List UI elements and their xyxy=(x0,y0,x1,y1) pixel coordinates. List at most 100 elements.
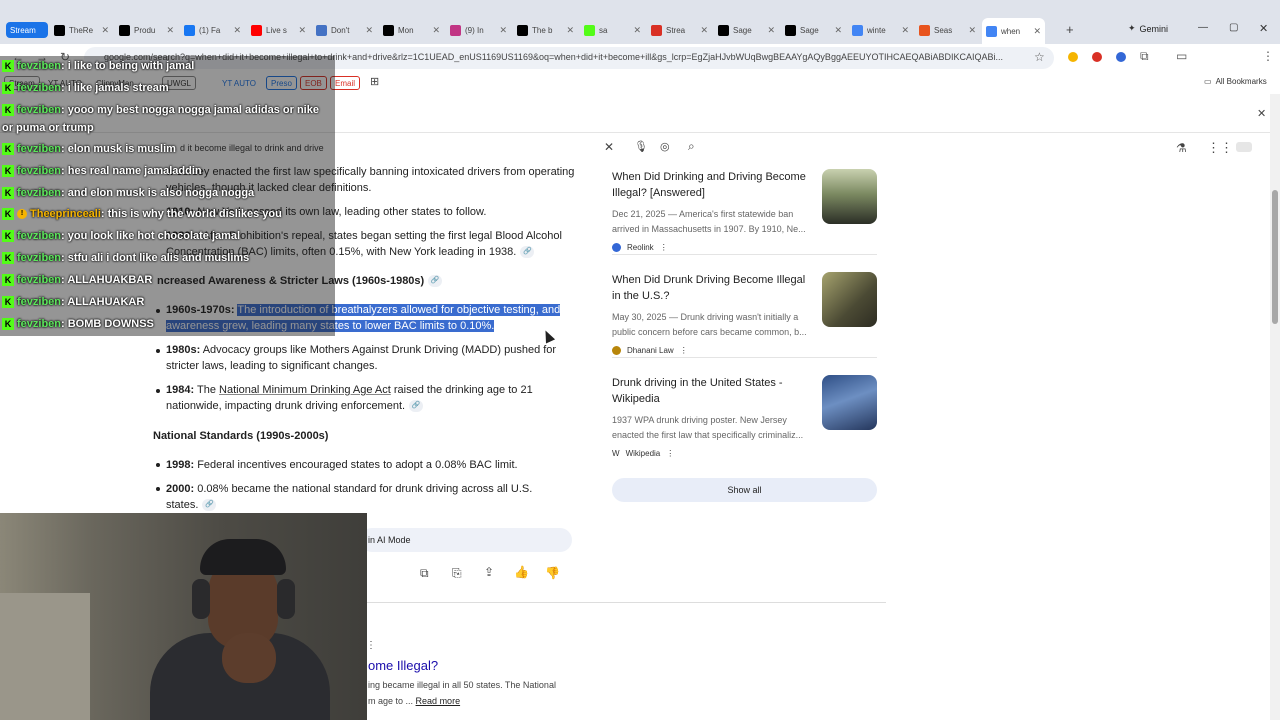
more-icon[interactable]: ⋮ xyxy=(666,449,674,458)
browser-tab[interactable]: Sage ✕ xyxy=(714,20,779,40)
tab-close-icon[interactable]: ✕ xyxy=(700,25,708,36)
browser-tab[interactable]: (1) Fa ✕ xyxy=(180,20,245,40)
browser-tab[interactable]: Stream xyxy=(6,22,48,38)
tab-close-icon[interactable]: ✕ xyxy=(166,25,174,36)
kick-badge-icon: K xyxy=(2,60,14,73)
chat-username: fevziben xyxy=(17,165,62,177)
tab-close-icon[interactable]: ✕ xyxy=(566,25,574,36)
source-thumbnail xyxy=(822,375,877,430)
list-item: 1998: Federal incentives encouraged stat… xyxy=(166,457,566,473)
chat-text: : you look like hot chocolate jamal xyxy=(61,230,241,242)
chat-username: fevziben xyxy=(17,187,62,199)
source-title[interactable]: When Did Drinking and Driving Become Ill… xyxy=(612,169,812,201)
tab-close-icon[interactable]: ✕ xyxy=(101,25,109,36)
tab-close-icon[interactable]: ✕ xyxy=(298,25,306,36)
browser-tab[interactable]: Don't ✕ xyxy=(312,20,377,40)
sidepanel-icon[interactable]: ▭ xyxy=(1176,49,1187,63)
tab-label: Strea xyxy=(666,25,686,35)
browser-tab[interactable]: Sage ✕ xyxy=(781,20,846,40)
chat-message: Kfevziben: ALLAHUAKAR xyxy=(2,294,144,310)
more-icon[interactable]: ⋮ xyxy=(680,346,688,355)
close-window-button[interactable]: ✕ xyxy=(1259,22,1268,35)
minimize-button[interactable]: — xyxy=(1198,22,1208,33)
new-tab-button[interactable]: + xyxy=(1066,22,1074,37)
link-icon[interactable]: 🔗 xyxy=(428,275,443,288)
read-more-link[interactable]: Read more xyxy=(416,696,461,706)
source-title[interactable]: When Did Drunk Driving Become Illegal in… xyxy=(612,272,812,304)
tab-close-icon[interactable]: ✕ xyxy=(901,25,909,36)
tab-close-icon[interactable]: ✕ xyxy=(834,25,842,36)
tab-favicon-icon xyxy=(785,24,796,36)
menu-icon[interactable]: ⋮ xyxy=(1262,49,1274,63)
tab-close-icon[interactable]: ✕ xyxy=(968,25,976,36)
tab-close-icon[interactable]: ✕ xyxy=(767,25,775,36)
browser-tab[interactable]: Produ ✕ xyxy=(115,20,178,40)
thumbs-up-icon[interactable]: 👍 xyxy=(514,565,529,579)
more-icon[interactable]: ⋮ xyxy=(660,243,668,252)
chat-message: Kfevziben: elon musk is muslim xyxy=(2,141,176,157)
browser-tab[interactable]: The b ✕ xyxy=(513,20,578,40)
source-card[interactable]: When Did Drunk Driving Become Illegal in… xyxy=(612,272,877,355)
google-apps-icon[interactable]: ⋮⋮ xyxy=(1207,140,1233,156)
tab-close-icon[interactable]: ✕ xyxy=(233,25,241,36)
tab-close-icon[interactable]: ✕ xyxy=(1033,26,1041,37)
result-title[interactable]: ome Illegal? xyxy=(368,658,438,673)
tab-close-icon[interactable]: ✕ xyxy=(432,25,440,36)
browser-tab[interactable]: sa ✕ xyxy=(580,20,645,40)
browser-tab[interactable]: when ✕ xyxy=(982,18,1045,44)
chat-username: fevziben xyxy=(17,230,62,242)
bullet-icon xyxy=(156,349,160,353)
chat-message: K! Theeprinceali: this is why the world d… xyxy=(2,206,282,222)
browser-tab[interactable]: Strea ✕ xyxy=(647,20,712,40)
gemini-button[interactable]: ✦ Gemini xyxy=(1128,23,1168,34)
extension-icon[interactable] xyxy=(1116,52,1126,62)
export-icon[interactable]: ⎘ xyxy=(452,566,462,581)
thumbs-down-icon[interactable]: 👎 xyxy=(545,566,560,580)
chat-message: Kfevziben: i like jamals stream xyxy=(2,80,169,96)
extension-icon[interactable] xyxy=(1068,52,1078,62)
list-item-label: 2000: xyxy=(166,483,195,495)
browser-tab[interactable]: TheRe ✕ xyxy=(50,20,113,40)
tab-close-icon[interactable]: ✕ xyxy=(499,25,507,36)
link-icon[interactable]: 🔗 xyxy=(409,400,424,413)
scrollbar[interactable] xyxy=(1270,94,1280,720)
kick-badge-icon: K xyxy=(2,296,14,309)
folder-icon: ▭ xyxy=(1204,77,1212,86)
scrollbar-thumb[interactable] xyxy=(1272,190,1278,324)
result-more-icon[interactable]: ⋮ xyxy=(366,640,376,651)
extension-icon[interactable] xyxy=(1092,52,1102,62)
show-all-button[interactable]: Show all xyxy=(612,478,877,502)
list-item-text: Federal incentives encouraged states to … xyxy=(194,459,518,471)
chat-username: fevziben xyxy=(17,274,62,286)
source-card[interactable]: Drunk driving in the United States - Wik… xyxy=(612,375,877,458)
labs-icon[interactable]: ⚗ xyxy=(1176,141,1187,155)
tab-close-icon[interactable]: ✕ xyxy=(365,25,373,36)
browser-tab[interactable]: Live s ✕ xyxy=(247,20,310,40)
bookmark-star-icon[interactable]: ☆ xyxy=(1034,50,1045,64)
source-card[interactable]: When Did Drinking and Driving Become Ill… xyxy=(612,169,877,252)
browser-tab[interactable]: Seas ✕ xyxy=(915,20,980,40)
browser-tab[interactable]: Mon ✕ xyxy=(379,20,444,40)
close-icon[interactable]: ✕ xyxy=(1257,107,1266,120)
result-snippet-line: ing became illegal in all 50 states. The… xyxy=(368,680,556,690)
source-title[interactable]: Drunk driving in the United States - Wik… xyxy=(612,375,812,407)
bullet-icon xyxy=(156,389,160,393)
inline-link[interactable]: National Minimum Drinking Age Act xyxy=(219,384,391,396)
tab-favicon-icon xyxy=(986,25,997,37)
copy-icon[interactable]: ⧉ xyxy=(420,566,429,581)
browser-tab[interactable]: winte ✕ xyxy=(848,20,913,40)
tab-label: Seas xyxy=(934,25,953,35)
share-icon[interactable]: ⇪ xyxy=(484,565,494,579)
avatar[interactable] xyxy=(1236,142,1252,152)
all-bookmarks[interactable]: ▭ All Bookmarks xyxy=(1204,77,1267,86)
puzzle-icon[interactable]: ⧉ xyxy=(1140,49,1149,64)
link-icon[interactable]: 🔗 xyxy=(520,246,535,259)
browser-tab[interactable]: (9) In ✕ xyxy=(446,20,511,40)
apps-icon[interactable]: ⊞ xyxy=(370,75,379,88)
tab-close-icon[interactable]: ✕ xyxy=(633,25,641,36)
chat-text: : elon musk is muslim xyxy=(61,143,176,155)
maximize-button[interactable]: ▢ xyxy=(1229,22,1238,33)
ai-mode-button[interactable]: in AI Mode xyxy=(360,528,572,552)
link-icon[interactable]: 🔗 xyxy=(202,499,217,512)
tab-favicon-icon xyxy=(316,24,327,36)
